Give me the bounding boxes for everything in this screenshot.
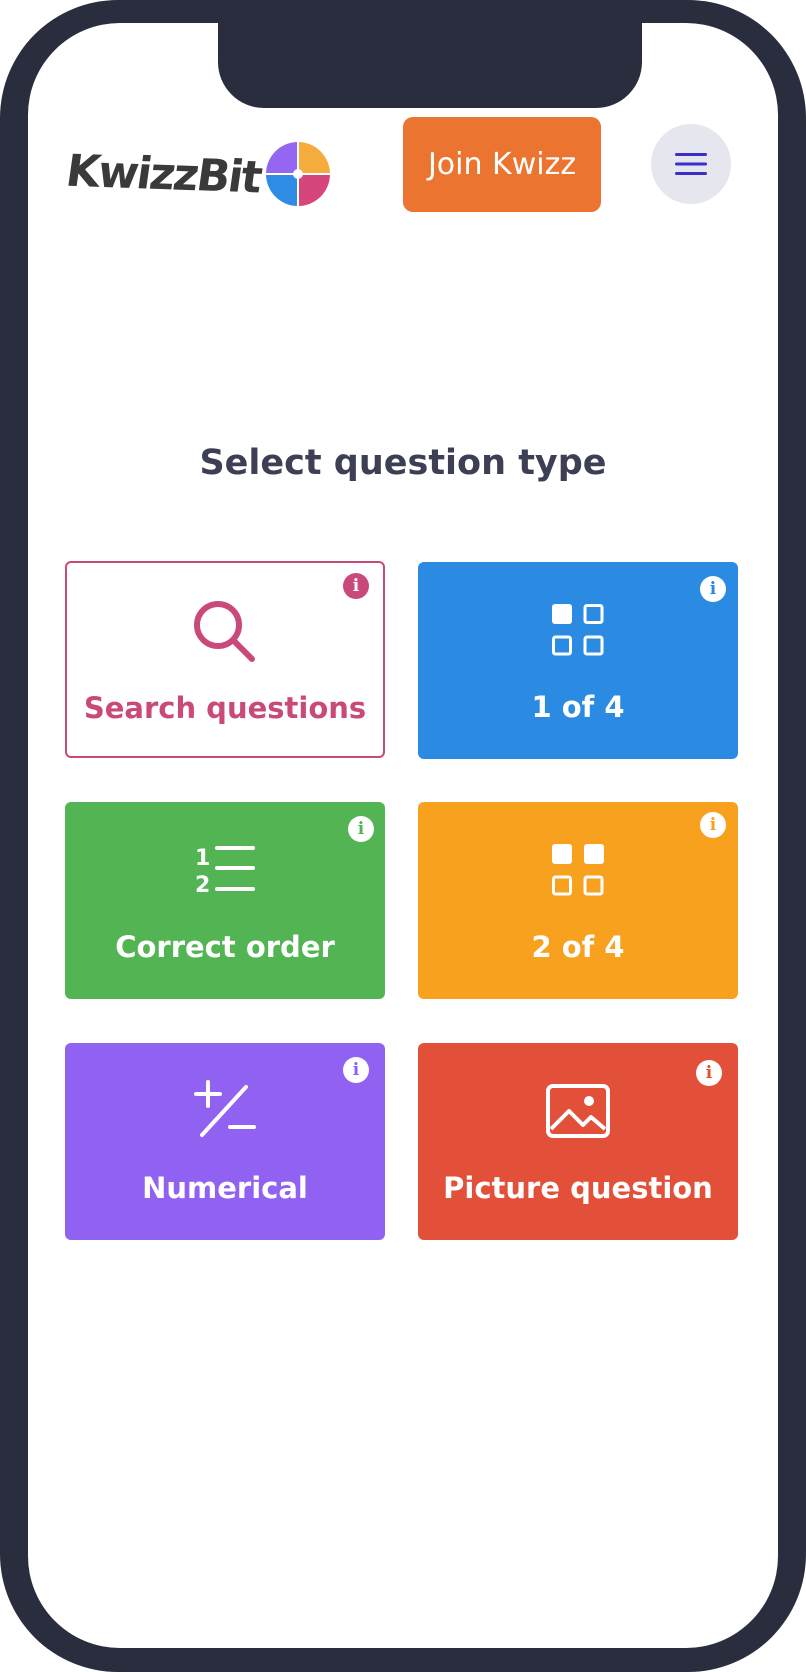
join-kwizz-button[interactable]: Join Kwizz <box>403 117 601 212</box>
tile-label: Search questions <box>83 691 367 725</box>
search-questions-tile[interactable]: i Search questions <box>65 561 385 758</box>
one-of-four-tile[interactable]: i 1 of 4 <box>418 562 738 759</box>
numerical-tile[interactable]: i Numerical <box>65 1043 385 1240</box>
plus-minus-icon <box>194 1080 256 1137</box>
info-icon[interactable]: i <box>348 816 374 842</box>
correct-order-tile[interactable]: i 1 2 Correct order <box>65 802 385 999</box>
two-of-four-tile[interactable]: i 2 of 4 <box>418 802 738 999</box>
grid-1-of-4-icon <box>552 604 604 656</box>
svg-text:1: 1 <box>195 846 210 871</box>
info-icon[interactable]: i <box>700 576 726 602</box>
logo-wordmark: KwizzBit <box>62 145 264 203</box>
phone-notch <box>218 23 642 108</box>
image-icon <box>546 1084 610 1138</box>
ordered-list-icon: 1 2 <box>195 846 255 898</box>
tile-label: Picture question <box>443 1171 713 1205</box>
info-icon[interactable]: i <box>343 573 369 599</box>
svg-text:2: 2 <box>195 873 210 898</box>
grid-2-of-4-icon <box>552 844 604 896</box>
app-screen: KwizzBit Join Kwizz Select question type <box>28 23 778 1648</box>
search-icon <box>194 601 255 662</box>
tile-label: 1 of 4 <box>531 690 625 724</box>
logo-wheel-icon <box>265 142 330 206</box>
hamburger-icon <box>675 153 707 175</box>
picture-question-tile[interactable]: i Picture question <box>418 1043 738 1240</box>
tile-label: 2 of 4 <box>531 930 625 964</box>
phone-frame: KwizzBit Join Kwizz Select question type <box>0 0 806 1672</box>
kwizzbit-logo[interactable]: KwizzBit <box>62 126 386 222</box>
page-title: Select question type <box>199 443 607 483</box>
info-icon[interactable]: i <box>700 812 726 838</box>
menu-button[interactable] <box>651 124 731 204</box>
tile-label: Correct order <box>115 930 335 964</box>
tile-label: Numerical <box>142 1171 308 1205</box>
